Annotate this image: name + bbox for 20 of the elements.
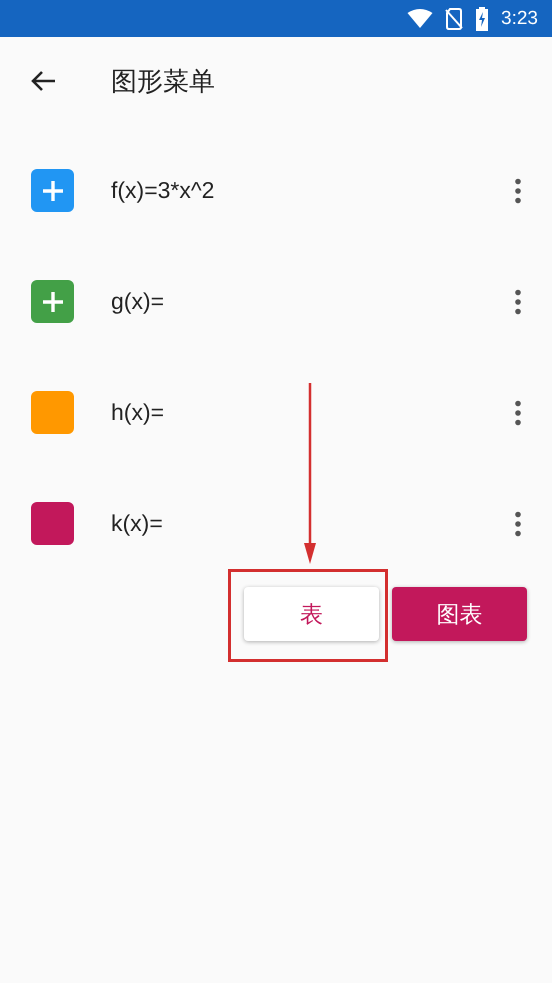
color-swatch[interactable] (31, 391, 74, 434)
color-swatch[interactable] (31, 169, 74, 212)
clock-time: 3:23 (501, 8, 538, 30)
wifi-icon (407, 8, 434, 28)
no-sim-icon (445, 8, 464, 30)
back-arrow-icon[interactable] (30, 70, 56, 92)
color-swatch[interactable] (31, 280, 74, 323)
function-expression[interactable]: h(x)= (111, 399, 514, 426)
action-button[interactable]: 表 (244, 587, 379, 641)
more-options-icon[interactable] (514, 510, 522, 536)
function-expression[interactable]: f(x)=3*x^2 (111, 177, 514, 204)
page-title: 图形菜单 (111, 66, 215, 98)
battery-charging-icon (475, 6, 490, 30)
more-options-icon[interactable] (514, 288, 522, 314)
action-button[interactable]: 图表 (392, 587, 527, 641)
more-options-icon[interactable] (514, 178, 522, 204)
color-swatch[interactable] (31, 502, 74, 545)
function-expression[interactable]: g(x)= (111, 288, 514, 315)
more-options-icon[interactable] (514, 400, 522, 426)
function-expression[interactable]: k(x)= (111, 510, 514, 537)
